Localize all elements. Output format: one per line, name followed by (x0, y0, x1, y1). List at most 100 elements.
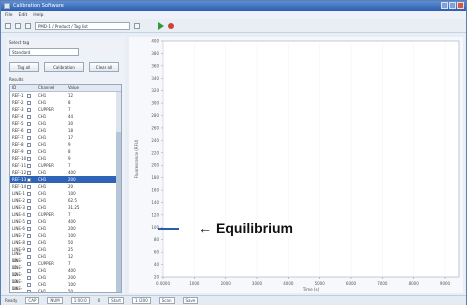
plot-area[interactable]: 400 380 360 340 320 300 280 260 240 220 200 180 160 1… (129, 37, 463, 293)
row-checkbox[interactable] (27, 212, 36, 217)
row-value: 200 (68, 275, 76, 280)
record-icon[interactable] (168, 22, 174, 29)
row-checkbox[interactable] (27, 128, 36, 133)
x-tick-label: 6000 (346, 281, 357, 286)
table-row[interactable]: REF-5 CH1 30 (10, 120, 121, 127)
table-row[interactable]: LINE-7 CH1 100 (10, 232, 121, 239)
row-checkbox[interactable] (27, 289, 36, 292)
table-row[interactable]: REF-13 CH1 200 (10, 176, 121, 183)
row-checkbox[interactable] (27, 93, 36, 98)
row-checkbox[interactable] (27, 121, 36, 126)
row-value: 12 (68, 93, 74, 98)
row-checkbox[interactable] (27, 149, 36, 154)
table-row[interactable]: REF-12 CH1 400 (10, 169, 121, 176)
table-row[interactable]: REF-4 CH1 44 (10, 113, 121, 120)
row-id: LINE-4 (12, 212, 25, 217)
table-row[interactable]: REF-7 CH1 17 (10, 134, 121, 141)
start-button[interactable]: Start (108, 297, 124, 304)
menu-item-help[interactable]: Help (33, 13, 43, 18)
clear-all-button[interactable]: Clear all (89, 62, 119, 72)
row-channel: CH1 (38, 205, 47, 210)
settings-icon[interactable] (134, 22, 140, 29)
save-button[interactable]: Save (182, 297, 199, 304)
save-icon[interactable] (25, 22, 31, 29)
col-header-channel[interactable]: Channel (36, 85, 66, 91)
row-value: 100 (68, 233, 76, 238)
table-row[interactable]: REF-2 CH1 8 (10, 99, 121, 106)
y-tick-label: 400 (151, 39, 159, 44)
row-checkbox[interactable] (27, 282, 36, 287)
row-value: 400 (68, 170, 76, 175)
table-row[interactable]: REF-6 CH1 18 (10, 127, 121, 134)
table-row[interactable]: LINE-4 CUPPER 7 (10, 211, 121, 218)
window-title: Calibration Software (13, 3, 64, 9)
col-header-id[interactable]: ID (10, 85, 27, 91)
row-checkbox[interactable] (27, 156, 36, 161)
row-channel: CH1 (38, 170, 47, 175)
table-row[interactable]: REF-9 CH1 8 (10, 148, 121, 155)
y-axis-label: Fluorescence (RFU) (134, 139, 139, 178)
row-checkbox[interactable] (27, 247, 36, 252)
close-icon[interactable] (457, 2, 464, 9)
table-row[interactable]: REF-1 CH1 12 (10, 92, 121, 99)
table-row[interactable]: LINE-6 CH1 200 (10, 225, 121, 232)
table-row[interactable]: LINE-8 CH1 50 (10, 239, 121, 246)
col-header-value[interactable]: Value (66, 85, 116, 91)
table-scrollbar[interactable] (116, 92, 121, 292)
maximize-icon[interactable] (449, 2, 456, 9)
row-checkbox[interactable] (27, 226, 36, 231)
row-channel: CUPPER (38, 212, 54, 217)
row-checkbox[interactable] (27, 240, 36, 245)
col-header-check[interactable] (27, 85, 36, 91)
table-row[interactable]: LINE-3 CH1 31.25 (10, 204, 121, 211)
table-row[interactable]: REF-14 CH1 20 (10, 183, 121, 190)
row-channel: CH1 (38, 240, 47, 245)
tag-all-button[interactable]: Tag all (9, 62, 39, 72)
row-checkbox[interactable] (27, 219, 36, 224)
row-checkbox[interactable] (27, 142, 36, 147)
scrollbar-thumb[interactable] (116, 132, 121, 292)
row-checkbox[interactable] (27, 170, 36, 175)
row-value: 100 (68, 191, 76, 196)
row-checkbox[interactable] (27, 163, 36, 168)
row-checkbox[interactable] (27, 135, 36, 140)
row-checkbox[interactable] (27, 205, 36, 210)
menu-item-file[interactable]: File (5, 13, 13, 18)
new-icon[interactable] (5, 22, 11, 29)
table-row[interactable]: LINE-2 CH1 62.5 (10, 197, 121, 204)
row-checkbox[interactable] (27, 114, 36, 119)
row-checkbox[interactable] (27, 184, 36, 189)
row-checkbox[interactable] (27, 275, 36, 280)
open-icon[interactable] (15, 22, 21, 29)
row-checkbox[interactable] (27, 233, 36, 238)
minimize-icon[interactable] (441, 2, 448, 9)
table-row[interactable]: LINE-15CH150 (10, 286, 121, 292)
table-row[interactable]: REF-3 CUPPER 7 (10, 106, 121, 113)
table-row[interactable]: REF-10 CH1 9 (10, 155, 121, 162)
row-value: 17 (68, 135, 74, 140)
table-row[interactable]: REF-8 CH1 9 (10, 141, 121, 148)
scan-button[interactable]: Scan (158, 297, 175, 304)
y-tick-label: 140 (151, 200, 159, 205)
row-checkbox[interactable] (27, 268, 36, 273)
row-checkbox[interactable] (27, 198, 36, 203)
y-tick-label: 120 (151, 212, 159, 217)
table-row[interactable]: REF-11 CUPPER 7 (10, 162, 121, 169)
tag-select[interactable]: Standard (9, 48, 79, 56)
row-checkbox[interactable] (27, 107, 36, 112)
row-checkbox[interactable] (27, 261, 36, 266)
x-tick-label: 3000 (252, 281, 263, 286)
row-checkbox[interactable] (27, 191, 36, 196)
table-row[interactable]: LINE-1 CH1 100 (10, 190, 121, 197)
y-tick-label: 360 (151, 63, 159, 68)
table-row[interactable]: LINE-5 CH1 400 (10, 218, 121, 225)
play-icon[interactable] (158, 21, 164, 30)
calibration-button[interactable]: Calibration (44, 62, 84, 72)
row-checkbox[interactable] (27, 100, 36, 105)
menu-item-edit[interactable]: Edit (19, 13, 28, 18)
row-checkbox[interactable] (27, 254, 36, 259)
row-value: 8 (68, 149, 71, 154)
row-checkbox[interactable] (27, 177, 36, 182)
profile-select[interactable]: PMD-1 / Product / Tag list (35, 21, 130, 30)
menu-bar: File Edit Help (1, 11, 466, 19)
